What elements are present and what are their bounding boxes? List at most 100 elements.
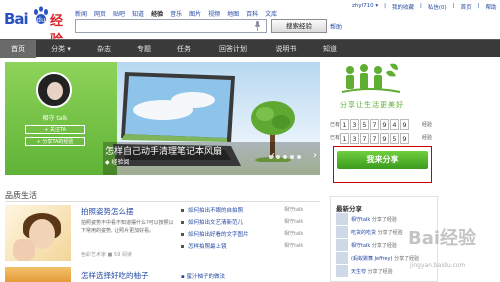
latest-user[interactable]: 天生夸 [351, 269, 366, 275]
section-title: 品质生活 [5, 191, 37, 200]
counter-digit: 7 [360, 133, 369, 144]
menu-item-3[interactable]: 专题 [126, 40, 162, 58]
paw-icon: du [34, 6, 48, 24]
nav-link-5[interactable]: 音乐 [170, 9, 182, 18]
dot[interactable] [276, 155, 280, 159]
separator: | [384, 3, 387, 9]
bullet [181, 209, 184, 212]
dot[interactable] [283, 155, 287, 159]
nav-link-6[interactable]: 图片 [189, 9, 201, 18]
separator: | [477, 3, 480, 9]
search-input[interactable] [75, 19, 267, 33]
dot[interactable] [290, 155, 294, 159]
menu-item-5[interactable]: 回答计划 [206, 40, 260, 58]
author-name[interactable]: 相守 talk [5, 113, 105, 122]
article-title[interactable]: 怎样选择好吃的柚子 [81, 270, 149, 281]
menu-item-6[interactable]: 说明书 [264, 40, 308, 58]
carousel-dots[interactable] [269, 155, 301, 159]
latest-avatar[interactable] [336, 213, 348, 225]
list-item[interactable]: 怎样拍照最上镜 相守talk [181, 242, 319, 254]
latest-item: 天生夸 分享了经验 [351, 268, 393, 275]
list-item-title[interactable]: 如何拍出不眼的自拍照 [188, 206, 243, 214]
share-experience-button[interactable]: + 分享TA的经验 [25, 137, 85, 146]
bullet [181, 233, 184, 236]
list-item-title[interactable]: 怎样拍照最上镜 [188, 242, 227, 250]
list-item[interactable]: ▪ 蜜汁柚子的做法 [181, 272, 225, 280]
share-counter: 1357949 [340, 119, 409, 130]
top-link[interactable]: zhyl710 ▾ [352, 3, 378, 11]
latest-avatar[interactable] [336, 239, 348, 251]
counter-digit: 4 [390, 119, 399, 130]
counter-digit: 9 [400, 119, 409, 130]
counter-digit: 1 [340, 119, 349, 130]
nav-link-4[interactable]: 经验 [151, 9, 163, 18]
main-menu-bar: 首页 分类 ▾ 杂志 专题 任务 回答计划 说明书 知道 [0, 39, 500, 58]
bullet [181, 221, 184, 224]
user-links: zhyl710 ▾ | 我的收藏 | 私信(0) | 首页 | 帮助 [352, 3, 496, 11]
featured-banner[interactable]: 相守 talk + 关注TA + 分享TA的经验 怎样自己动手清理笔记本风扇 ◆… [5, 62, 320, 175]
nav-link-0[interactable]: 新闻 [75, 9, 87, 18]
highlight-box [333, 146, 432, 183]
separator: | [420, 3, 422, 9]
article-thumbnail[interactable] [5, 267, 71, 282]
nav-link-9[interactable]: 百科 [246, 9, 258, 18]
nav-link-2[interactable]: 贴吧 [113, 9, 125, 18]
svg-text:du: du [37, 16, 46, 24]
search-button[interactable]: 搜索经验 [271, 19, 327, 33]
menu-item-7[interactable]: 知道 [312, 40, 348, 58]
latest-avatar[interactable] [336, 226, 348, 238]
latest-avatar[interactable] [336, 265, 348, 277]
latest-user[interactable]: 相守talk [351, 243, 370, 249]
divider [5, 201, 320, 202]
top-link[interactable]: 首页 [461, 3, 472, 11]
list-item[interactable]: 如何拍出文艺清新范儿 相守talk [181, 218, 319, 230]
microphone-icon[interactable] [254, 21, 261, 31]
menu-item-0[interactable]: 首页 [0, 40, 36, 58]
top-link[interactable]: 私信(0) [428, 3, 447, 11]
avatar[interactable] [36, 72, 72, 108]
menu-item-2[interactable]: 杂志 [86, 40, 122, 58]
list-item-author[interactable]: 相守talk [284, 242, 303, 249]
separator: | [452, 3, 455, 9]
list-item-author[interactable]: 相守talk [284, 218, 303, 225]
article-meta: 色彩艺术家 ■ 59 阅读 [81, 252, 132, 258]
latest-user[interactable]: 相守talk [351, 217, 370, 223]
latest-user[interactable]: (蚂蚁跳舞 Jeffrey) [351, 256, 392, 262]
menu-item-1[interactable]: 分类 ▾ [40, 40, 82, 58]
share-panel: 分享让生活更美好 已有 1357949 经验 已有 1377959 经验 我来分… [330, 62, 440, 183]
list-item-author[interactable]: 相守talk [284, 230, 303, 237]
counter-digit: 7 [370, 119, 379, 130]
nav-link-8[interactable]: 地图 [227, 9, 239, 18]
counter-digit: 9 [400, 133, 409, 144]
people-tree-icon [341, 63, 401, 93]
counter-label: 已有 [330, 135, 341, 141]
article-title[interactable]: 拍照姿势怎么摆 [81, 206, 134, 217]
nav-link-3[interactable]: 知道 [132, 9, 144, 18]
dot[interactable] [297, 155, 301, 159]
follow-button[interactable]: + 关注TA [25, 125, 85, 134]
list-item[interactable]: 如何拍出好看的文字图片 相守talk [181, 230, 319, 242]
next-arrow-icon[interactable]: › [313, 150, 317, 161]
dot[interactable] [269, 155, 273, 159]
logo-bai-text: Bai [4, 10, 29, 28]
nav-link-1[interactable]: 网页 [94, 9, 106, 18]
avatar-face [47, 82, 63, 100]
article-thumbnail[interactable] [5, 205, 71, 261]
counter-digit: 9 [380, 119, 389, 130]
list-item-author[interactable]: 相守talk [284, 206, 303, 213]
baidu-jingyan-logo[interactable]: Bai du 经验 [4, 6, 74, 48]
nav-link-10[interactable]: 文库 [265, 9, 277, 18]
banner-caption[interactable]: 怎样自己动手清理笔记本风扇 [105, 144, 222, 157]
counter-digit: 1 [340, 133, 349, 144]
nav-link-7[interactable]: 视频 [208, 9, 220, 18]
list-item[interactable]: 如何拍出不眼的自拍照 相守talk [181, 206, 319, 218]
top-link[interactable]: 帮助 [485, 3, 496, 11]
top-link[interactable]: 我的收藏 [392, 3, 414, 11]
help-link[interactable]: 帮助 [330, 22, 342, 31]
list-item-title[interactable]: 如何拍出好看的文字图片 [188, 230, 249, 238]
latest-user[interactable]: 吃货的吃货 [351, 230, 376, 236]
latest-avatar[interactable] [336, 252, 348, 264]
counter-digit: 5 [390, 133, 399, 144]
list-item-title[interactable]: 如何拍出文艺清新范儿 [188, 218, 243, 226]
menu-item-4[interactable]: 任务 [166, 40, 202, 58]
